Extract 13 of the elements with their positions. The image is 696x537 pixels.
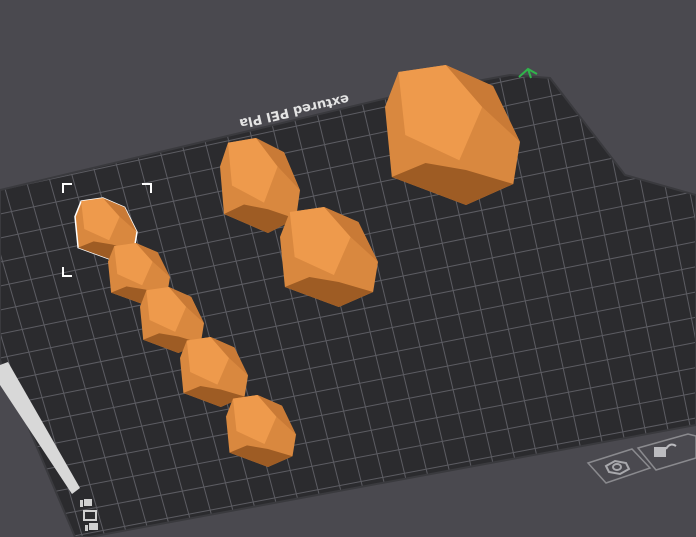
gem-model[interactable] [220, 138, 300, 233]
lock-button[interactable] [636, 433, 696, 471]
bed-label: extured PEI Pla [238, 92, 350, 130]
axis-arrow-icon [518, 68, 538, 79]
gem-model[interactable] [385, 65, 520, 205]
arrange-button[interactable] [586, 448, 652, 484]
gem-model[interactable] [140, 287, 204, 353]
gem-model[interactable] [180, 337, 248, 407]
hexagon-icon [604, 460, 630, 476]
gem-model[interactable] [226, 395, 296, 467]
view-toolbar-icon[interactable] [80, 499, 98, 531]
padlock-icon [654, 444, 676, 457]
gem-model[interactable] [280, 207, 378, 307]
